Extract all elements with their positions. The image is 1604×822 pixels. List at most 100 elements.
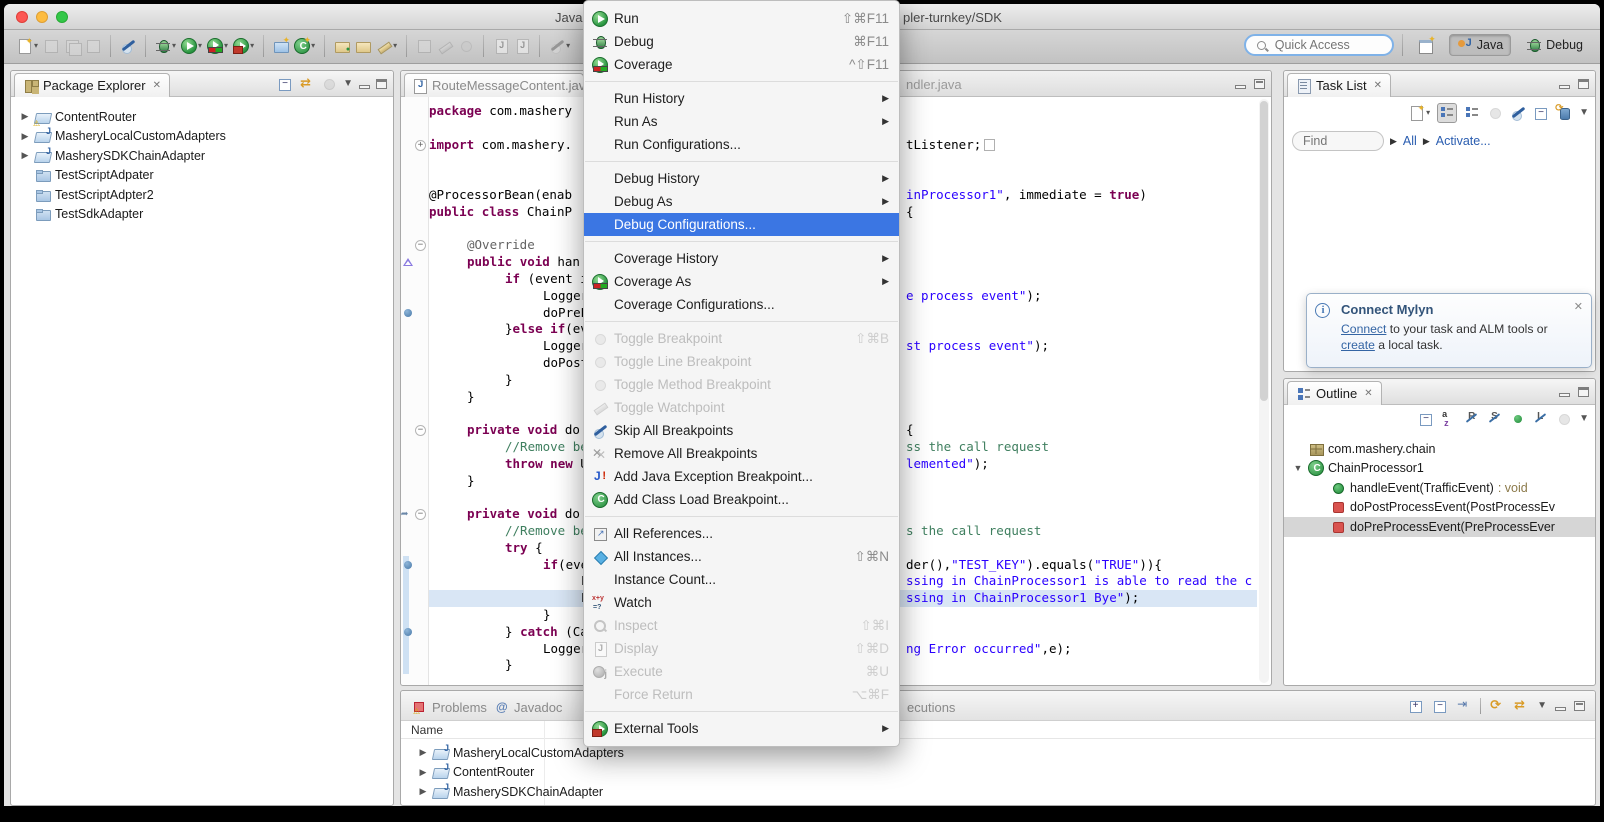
menu-item-coverage-history[interactable]: Coverage History▶ (584, 247, 899, 270)
view-menu-button[interactable]: ▼ (1579, 108, 1589, 118)
minimize-view-button[interactable] (1559, 85, 1570, 89)
menu-item-run[interactable]: Run⇧⌘F11 (584, 7, 899, 30)
menu-item-all-instances[interactable]: All Instances...⇧⌘N (584, 545, 899, 568)
task-activate-link[interactable]: Activate... (1436, 134, 1491, 148)
view-menu-button[interactable]: ▼ (343, 79, 353, 89)
new-class-button[interactable]: ▾ (294, 38, 315, 54)
collapse-all-button[interactable] (277, 76, 293, 92)
folded-region-icon[interactable] (984, 139, 995, 151)
search-button[interactable] (437, 38, 453, 54)
quick-access-input[interactable] (1273, 37, 1383, 53)
menu-item-debug-as[interactable]: Debug As▶ (584, 190, 899, 213)
outline-com-mashery-chain[interactable]: com.mashery.chain (1284, 439, 1595, 459)
close-window-button[interactable] (16, 11, 28, 23)
display-button[interactable] (493, 38, 509, 54)
focus-button[interactable] (1556, 411, 1572, 427)
create-task-link[interactable]: create (1341, 338, 1375, 352)
tab-problems[interactable]: Problems (405, 695, 495, 719)
hide-fields-button[interactable] (1464, 411, 1480, 427)
close-view-icon[interactable]: ✕ (1364, 388, 1372, 399)
breakpoint-marker[interactable] (403, 627, 414, 638)
menu-item-instance-count[interactable]: Instance Count... (584, 568, 899, 591)
close-view-icon[interactable]: ✕ (153, 80, 161, 91)
view-menu-button[interactable]: ▼ (1537, 701, 1547, 711)
activate-expander-icon[interactable]: ▶ (1423, 136, 1430, 147)
project-testscriptadpter2[interactable]: TestScriptAdpter2 (11, 185, 393, 205)
editor-tab-routemessagecontent[interactable]: RouteMessageContent.jav (404, 73, 584, 97)
save-button[interactable] (416, 38, 432, 54)
collapse-all-button[interactable] (1533, 105, 1549, 121)
search-button[interactable]: ▾ (376, 38, 397, 54)
menu-item-toggle-method-breakpoint[interactable]: Toggle Method Breakpoint (584, 373, 899, 396)
view-menu-button[interactable]: ▼ (1579, 414, 1589, 424)
outline-chainprocessor1[interactable]: ▼ChainProcessor1 (1284, 459, 1595, 479)
menu-item-run-configurations[interactable]: Run Configurations... (584, 133, 899, 156)
close-view-icon[interactable]: ✕ (1374, 80, 1382, 91)
menu-item-run-history[interactable]: Run History▶ (584, 87, 899, 110)
synchronize-button[interactable] (1556, 105, 1572, 121)
menu-item-display[interactable]: Display⇧⌘D (584, 637, 899, 660)
maximize-view-button[interactable] (1578, 79, 1589, 89)
open-perspective-button[interactable] (1411, 35, 1441, 55)
minimize-view-button[interactable] (1559, 393, 1570, 397)
new-task-button[interactable]: ▾ (1409, 105, 1430, 121)
menu-item-force-return[interactable]: Force Return⌥⌘F (584, 683, 899, 706)
last-edit-marker[interactable] (403, 509, 414, 520)
menu-item-execute[interactable]: Execute⌘U (584, 660, 899, 683)
menu-item-run-as[interactable]: Run As▶ (584, 110, 899, 133)
minimize-view-button[interactable] (1555, 707, 1566, 711)
maximize-editor-button[interactable] (1254, 79, 1265, 89)
perspective-java-button[interactable]: Java (1449, 34, 1511, 56)
ext-tools-button[interactable]: ▾ (233, 38, 254, 54)
menu-item-watch[interactable]: Watch (584, 591, 899, 614)
menu-item-add-java-exception-breakpoint[interactable]: Add Java Exception Breakpoint... (584, 465, 899, 488)
result-contentrouter[interactable]: ▶ContentRouter (409, 763, 1595, 783)
project-testscriptadpater[interactable]: TestScriptAdpater (11, 166, 393, 186)
filter-button[interactable] (1456, 698, 1472, 714)
editor-gutter[interactable] (401, 97, 429, 685)
expand-fold-icon[interactable]: + (415, 140, 426, 151)
expand-all-button[interactable] (1408, 698, 1424, 714)
column-header-name[interactable]: Name (401, 721, 1595, 739)
tab-executions[interactable]: ecutions (899, 695, 963, 719)
result-masherysdkchainadapter[interactable]: ▶MasherySDKChainAdapter (409, 782, 1595, 802)
open-type-button[interactable] (334, 38, 350, 54)
skip-breakpoints-button[interactable]: ▾ (549, 38, 570, 54)
menu-item-skip-all-breakpoints[interactable]: Skip All Breakpoints (584, 419, 899, 442)
expander-icon[interactable]: ▶ (19, 131, 31, 142)
project-testsdkadapter[interactable]: TestSdkAdapter (11, 205, 393, 225)
menu-item-add-class-load-breakpoint[interactable]: Add Class Load Breakpoint... (584, 488, 899, 511)
menu-item-coverage-configurations[interactable]: Coverage Configurations... (584, 293, 899, 316)
coverage-button[interactable]: ▾ (207, 38, 228, 54)
breakpoint-marker[interactable] (403, 560, 414, 571)
maximize-view-button[interactable] (1578, 387, 1589, 397)
tab-outline[interactable]: Outline ✕ (1287, 381, 1382, 405)
hide-local-types-button[interactable] (1533, 411, 1549, 427)
maximize-view-button[interactable] (1574, 701, 1585, 711)
new-wizard-button[interactable]: ▾ (17, 38, 38, 54)
menu-item-coverage-as[interactable]: Coverage As▶ (584, 270, 899, 293)
menu-item-toggle-breakpoint[interactable]: Toggle Breakpoint⇧⌘B (584, 327, 899, 350)
menu-item-coverage[interactable]: Coverage^⇧F11 (584, 53, 899, 76)
menu-item-all-references[interactable]: All References... (584, 522, 899, 545)
tab-package-explorer[interactable]: Package Explorer ✕ (14, 73, 170, 97)
scheduled-view-button[interactable] (1464, 105, 1480, 121)
zoom-window-button[interactable] (56, 11, 68, 23)
perspective-debug-button[interactable]: Debug (1519, 35, 1590, 55)
display-button[interactable] (514, 38, 530, 54)
print-button[interactable] (85, 38, 101, 54)
new-java-project-button[interactable] (273, 38, 289, 54)
outline-dopostprocessevent-postprocessev[interactable]: doPostProcessEvent(PostProcessEv (1284, 498, 1595, 518)
connect-link[interactable]: Connect (1341, 322, 1386, 336)
link-with-editor-button[interactable] (299, 76, 315, 92)
expander-icon[interactable]: ▶ (19, 111, 31, 122)
menu-item-toggle-line-breakpoint[interactable]: Toggle Line Breakpoint (584, 350, 899, 373)
menu-item-debug[interactable]: Debug⌘F11 (584, 30, 899, 53)
focus-on-task-button[interactable] (321, 76, 337, 92)
save-button[interactable] (43, 38, 59, 54)
focus-button[interactable] (458, 38, 474, 54)
menu-item-toggle-watchpoint[interactable]: Toggle Watchpoint (584, 396, 899, 419)
editor-scrollbar[interactable] (1259, 99, 1269, 683)
link-with-editor-button[interactable] (1513, 698, 1529, 714)
project-masherylocalcustomadapters[interactable]: ▶MasheryLocalCustomAdapters (11, 127, 393, 147)
